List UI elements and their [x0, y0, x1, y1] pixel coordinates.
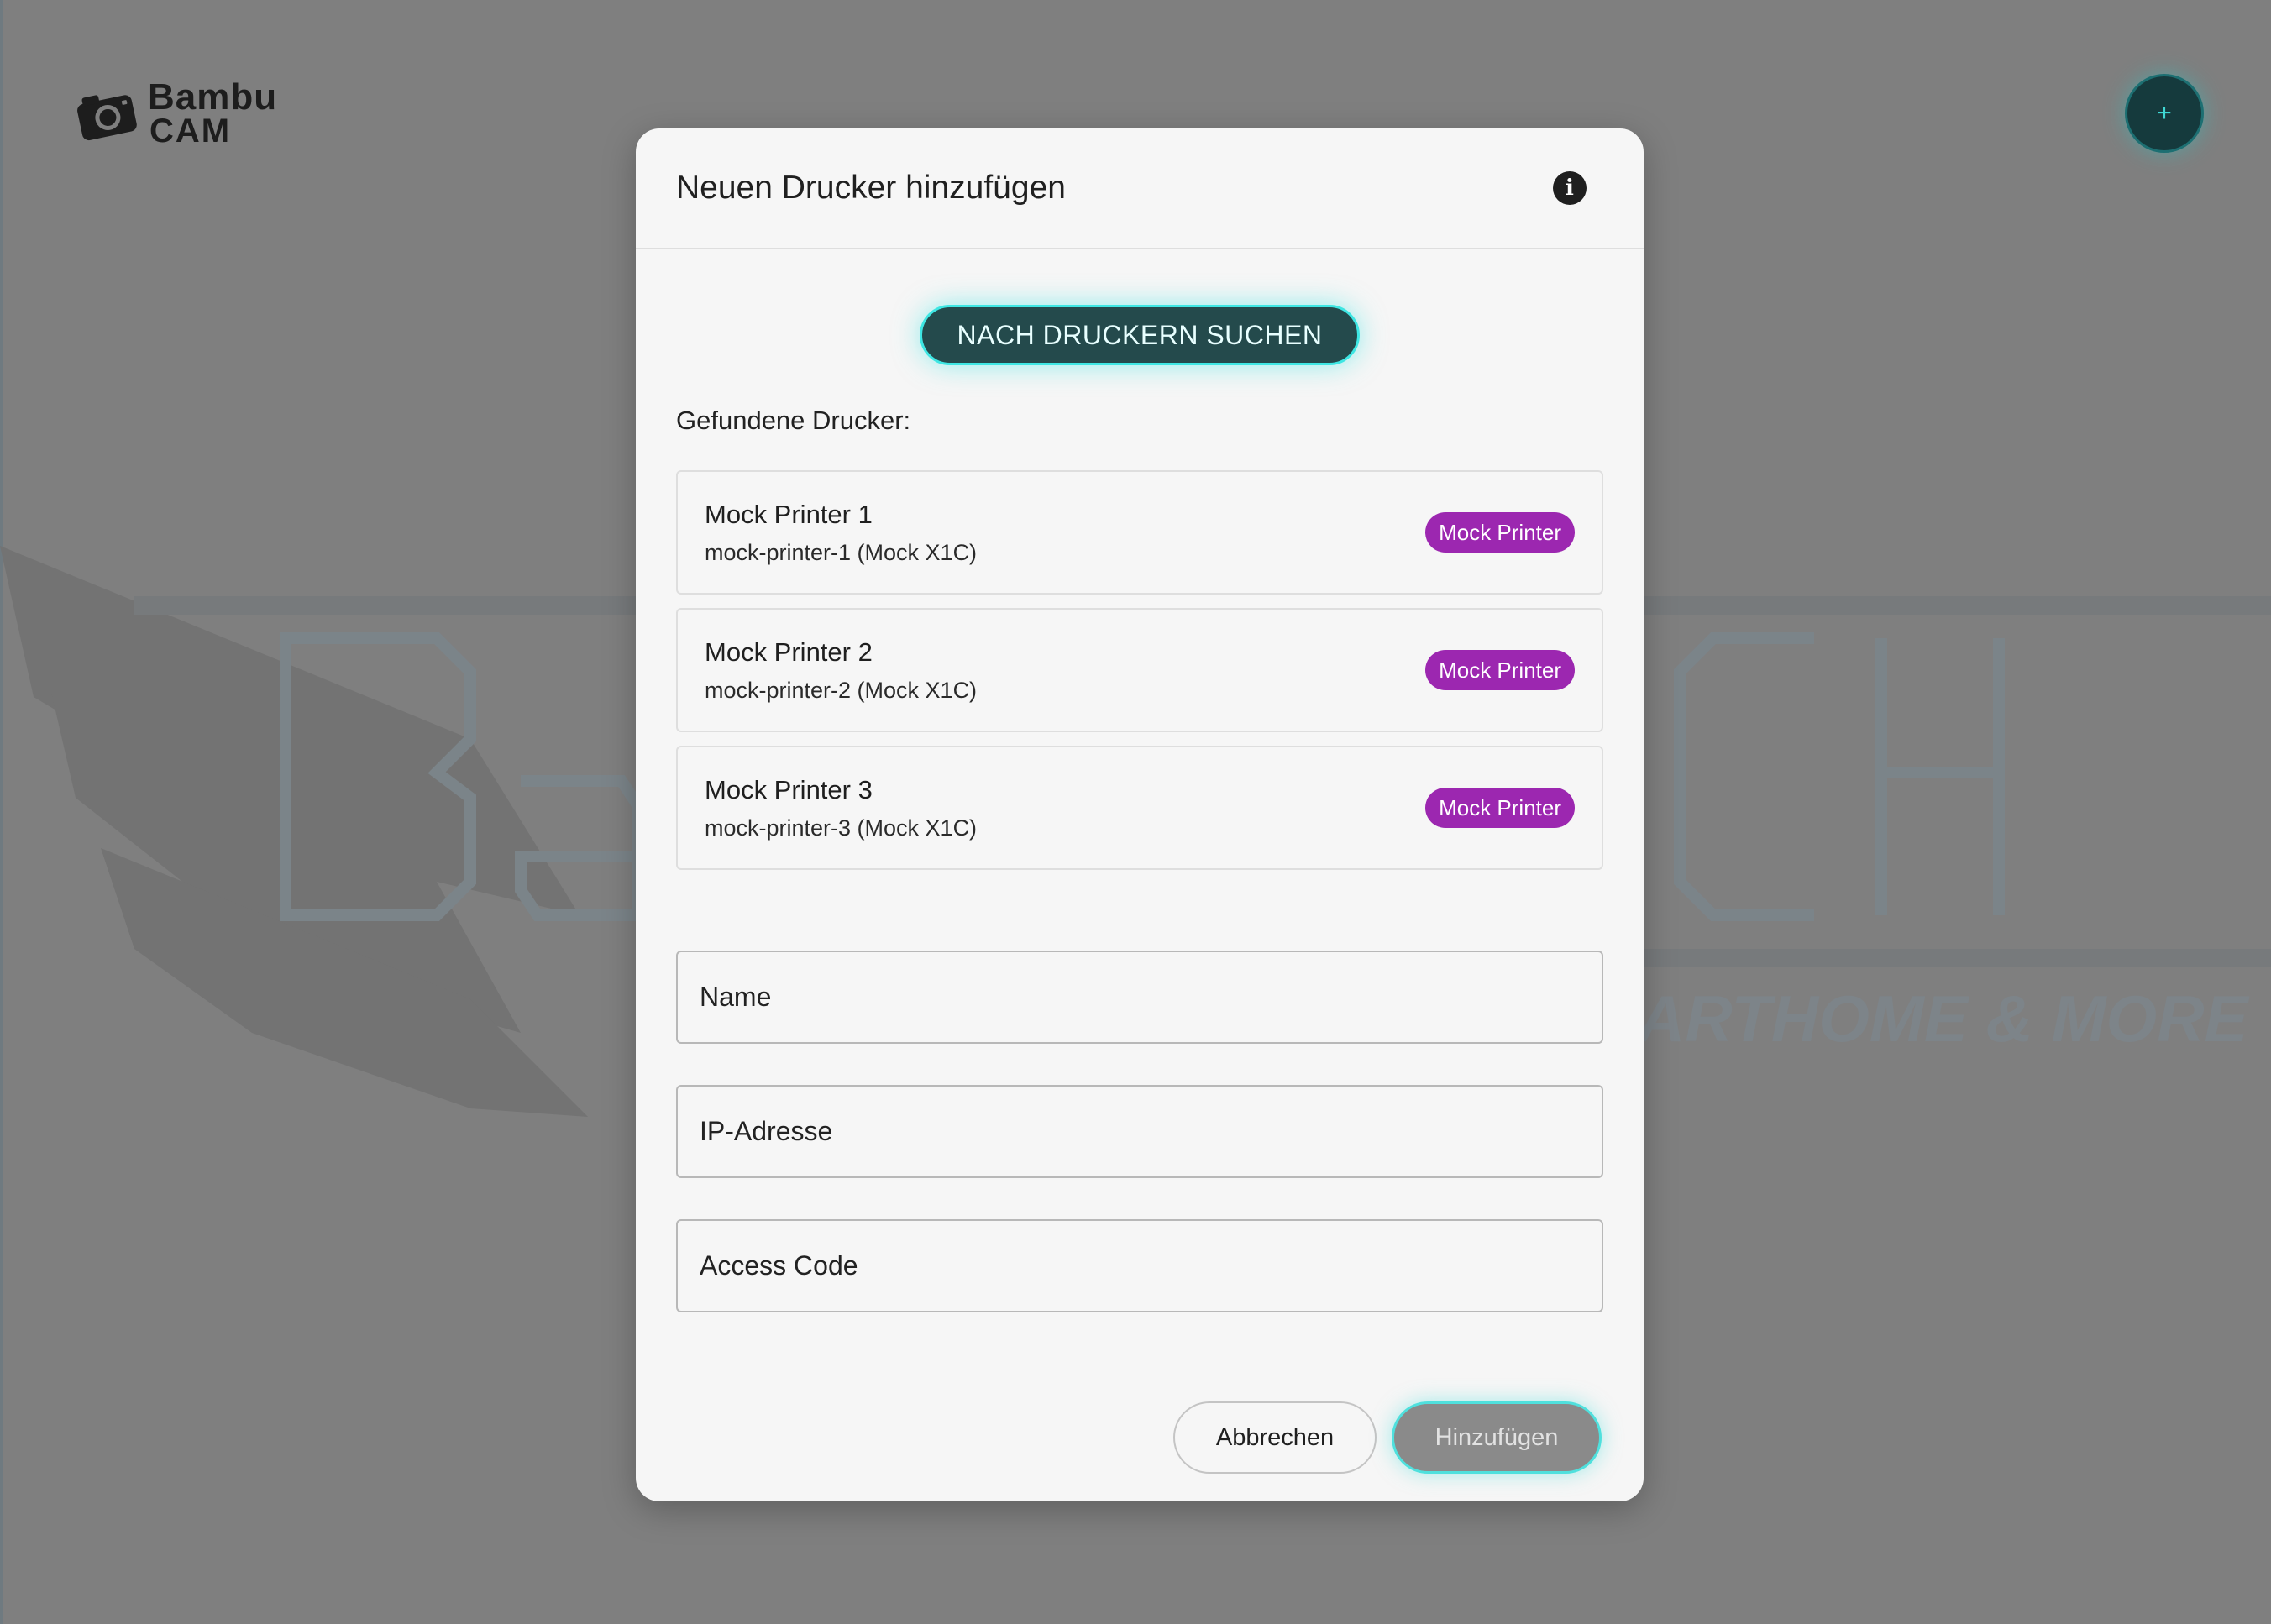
printer-details: mock-printer-3 (Mock X1C): [705, 815, 978, 841]
printer-name: Mock Printer 2: [705, 637, 873, 667]
access-code-input[interactable]: [676, 1219, 1603, 1312]
scan-printers-button[interactable]: NACH DRUCKERN SUCHEN: [920, 305, 1360, 365]
app-logo: Bambu CAM: [74, 76, 277, 151]
mock-printer-badge: Mock Printer: [1425, 512, 1575, 553]
printer-details: mock-printer-1 (Mock X1C): [705, 539, 978, 565]
brand-line1: Bambu: [148, 76, 278, 118]
found-printers-label: Gefundene Drucker:: [676, 406, 911, 435]
printer-name: Mock Printer 1: [705, 499, 873, 529]
printer-details: mock-printer-2 (Mock X1C): [705, 677, 978, 703]
watermark-tagline: ARTHOME & MORE: [1636, 982, 2250, 1056]
mock-printer-badge: Mock Printer: [1425, 788, 1575, 828]
dialog-title: Neuen Drucker hinzufügen: [676, 170, 1066, 206]
add-printer-dialog: Neuen Drucker hinzufügen i NACH DRUCKERN…: [636, 128, 1644, 1501]
cancel-button[interactable]: Abbrechen: [1173, 1401, 1377, 1474]
printer-list-item[interactable]: Mock Printer 1 mock-printer-1 (Mock X1C)…: [676, 470, 1603, 595]
ip-address-input[interactable]: [676, 1085, 1603, 1178]
printer-info: Mock Printer 1 mock-printer-1 (Mock X1C): [705, 500, 977, 566]
brand-name: Bambu CAM: [148, 76, 278, 149]
found-printers-list: Mock Printer 1 mock-printer-1 (Mock X1C)…: [676, 470, 1603, 883]
printer-info: Mock Printer 3 mock-printer-3 (Mock X1C): [705, 775, 977, 841]
camera-icon: [77, 95, 137, 141]
brand-line2: CAM: [149, 112, 232, 149]
dialog-header: Neuen Drucker hinzufügen i: [636, 128, 1644, 249]
add-button[interactable]: Hinzufügen: [1392, 1401, 1602, 1474]
printer-list-item[interactable]: Mock Printer 2 mock-printer-2 (Mock X1C)…: [676, 608, 1603, 732]
plus-icon: +: [2157, 99, 2172, 127]
info-icon[interactable]: i: [1553, 171, 1587, 205]
printer-name-input[interactable]: [676, 951, 1603, 1044]
printer-list-item[interactable]: Mock Printer 3 mock-printer-3 (Mock X1C)…: [676, 746, 1603, 870]
mock-printer-badge: Mock Printer: [1425, 650, 1575, 690]
printer-name: Mock Printer 3: [705, 774, 873, 804]
printer-info: Mock Printer 2 mock-printer-2 (Mock X1C): [705, 637, 977, 704]
add-printer-fab[interactable]: +: [2125, 74, 2204, 153]
